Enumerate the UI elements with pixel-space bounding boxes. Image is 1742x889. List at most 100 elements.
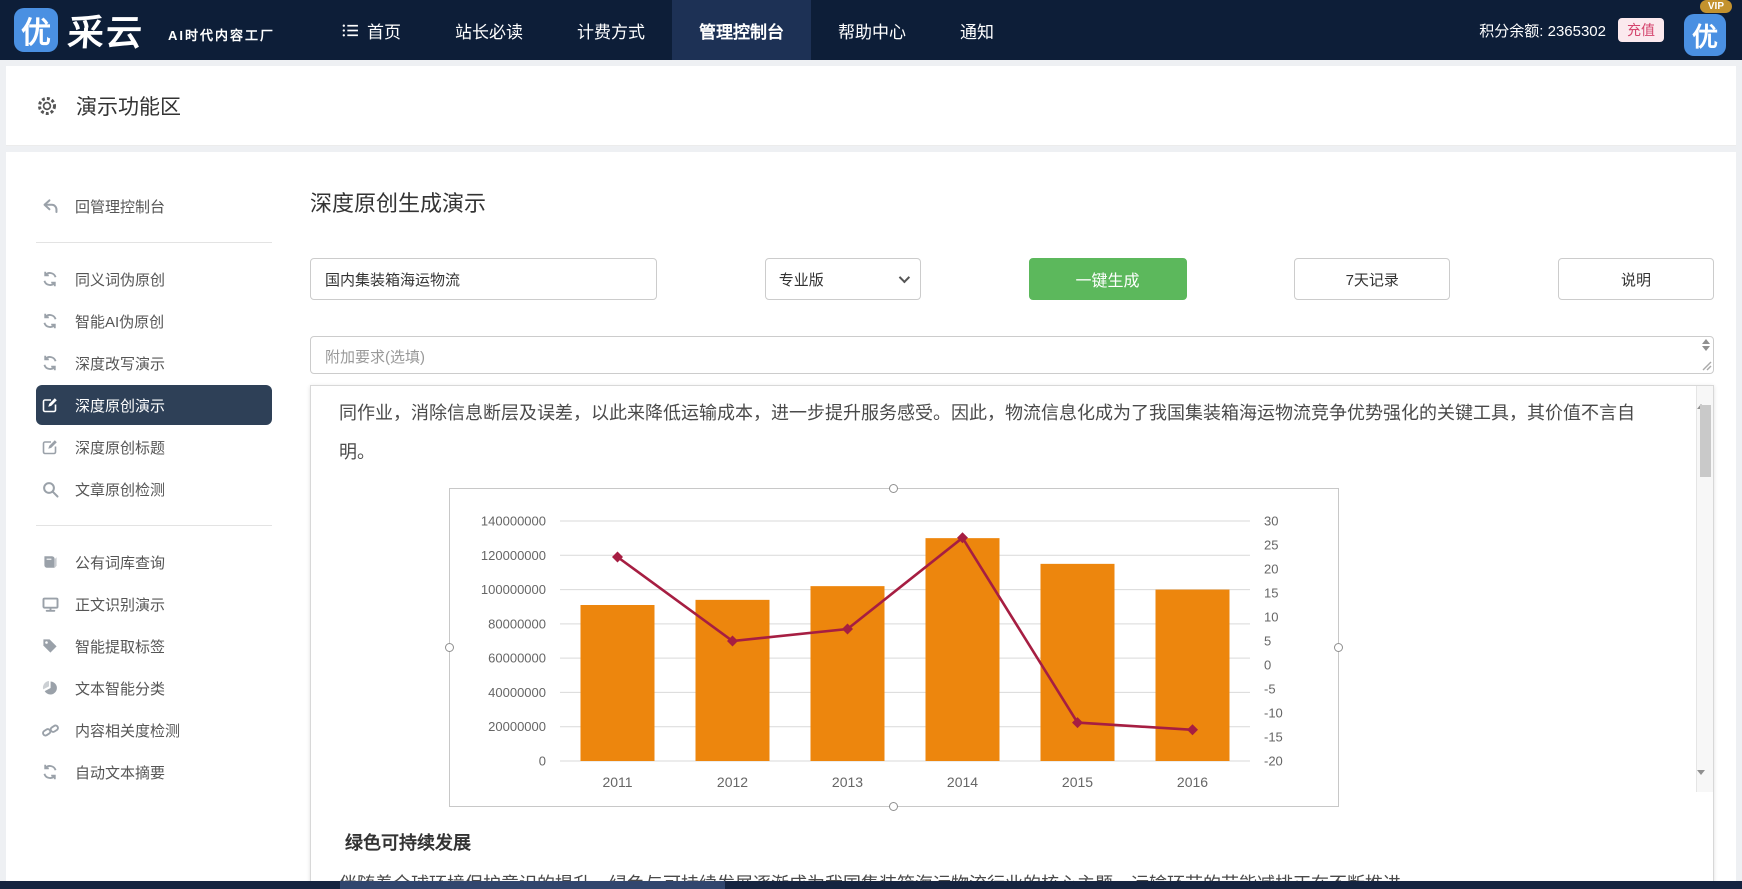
scroll-down-icon[interactable] [1697,775,1713,791]
sync-icon [40,764,60,780]
chart-resize-handle-left[interactable] [445,643,454,652]
svg-text:140000000: 140000000 [481,514,546,529]
svg-text:0: 0 [1264,658,1271,673]
chart-resize-handle-bottom[interactable] [889,802,898,811]
stepper-down-icon[interactable] [1702,346,1710,351]
nav-item-label: 计费方式 [577,18,645,43]
main-nav: 首页 站长必读 计费方式 管理控制台 帮助中心 通知 [315,0,1021,60]
nav-item-label: 帮助中心 [838,18,906,43]
sidebar-item-label: 深度原创标题 [75,437,165,458]
chart-resize-handle-top[interactable] [889,484,898,493]
svg-text:60000000: 60000000 [488,651,546,666]
points-balance: 积分余额: 2365302 [1479,20,1606,41]
version-select[interactable]: 专业版 [765,258,921,300]
sidebar-item-deep-original-demo[interactable]: 深度原创演示 [36,385,272,425]
document-heading: 绿色可持续发展 [345,829,1667,855]
scroll-up-icon[interactable] [1697,387,1713,403]
sidebar-item-back-to-console[interactable]: 回管理控制台 [36,186,272,226]
svg-text:2012: 2012 [717,774,748,790]
nav-item-label: 站长必读 [455,18,523,43]
chart-resize-handle-right[interactable] [1334,643,1343,652]
pie-icon [40,680,60,696]
nav-item-label: 通知 [960,18,994,43]
gear-icon [36,95,58,117]
nav-item-home[interactable]: 首页 [315,0,428,60]
svg-text:25: 25 [1264,538,1278,553]
history-button[interactable]: 7天记录 [1294,258,1450,300]
nav-item-console[interactable]: 管理控制台 [672,0,811,60]
generated-document: 同作业，消除信息断层及误差，以此来降低运输成本，进一步提升服务感受。因此，物流信… [311,386,1713,883]
horizontal-scrollbar-thumb[interactable] [340,881,725,889]
stepper-up-icon[interactable] [1702,339,1710,344]
content-area: 深度原创生成演示 专业版 一键生成 7天记录 说明 [302,152,1736,883]
svg-text:100000000: 100000000 [481,582,546,597]
link-icon [40,722,60,739]
svg-text:120000000: 120000000 [481,548,546,563]
vip-badge: VIP [1700,0,1732,13]
help-button[interactable]: 说明 [1558,258,1714,300]
sidebar-divider [36,242,272,243]
avatar[interactable]: 优 [1684,14,1726,56]
keyword-input[interactable] [310,258,657,300]
svg-text:5: 5 [1264,634,1271,649]
svg-text:2013: 2013 [832,774,863,790]
sidebar-item-auto-summary[interactable]: 自动文本摘要 [36,752,272,792]
sidebar-item-public-lexicon-query[interactable]: 公有词库查询 [36,542,272,582]
top-navbar: 优 采云 AI时代内容工厂 首页 站长必读 计费方式 管理控制台 帮助中心 通知 积分余额… [0,0,1742,60]
brand-logo[interactable]: 优 采云 AI时代内容工厂 [14,4,275,56]
chevron-down-icon [899,272,910,283]
nav-item-notice[interactable]: 通知 [933,0,1021,60]
svg-text:2015: 2015 [1062,774,1093,790]
sidebar-item-label: 深度原创演示 [75,395,165,416]
book-icon [40,554,60,570]
sidebar-item-label: 回管理控制台 [75,196,165,217]
sidebar-item-label: 同义词伪原创 [75,269,165,290]
embedded-chart[interactable]: 140000000 120000000 100000000 80000000 60000… [449,488,1339,807]
page-title: 演示功能区 [76,91,181,121]
sidebar-item-article-originality-check[interactable]: 文章原创检测 [36,469,272,509]
sidebar-item-synonym-rewrite[interactable]: 同义词伪原创 [36,259,272,299]
sync-icon [40,271,60,287]
sidebar-item-smart-tag-extraction[interactable]: 智能提取标签 [36,626,272,666]
sidebar-item-deep-rewrite-demo[interactable]: 深度改写演示 [36,343,272,383]
svg-text:40000000: 40000000 [488,685,546,700]
sidebar-item-text-classification[interactable]: 文本智能分类 [36,668,272,708]
nav-item-pricing[interactable]: 计费方式 [550,0,672,60]
generate-button[interactable]: 一键生成 [1029,258,1187,300]
edit-icon [40,397,60,413]
reply-icon [40,198,60,215]
nav-item-help-center[interactable]: 帮助中心 [811,0,933,60]
extra-requirements-textarea[interactable] [310,336,1714,374]
edit-icon [40,439,60,455]
sidebar-item-label: 智能提取标签 [75,636,165,657]
svg-text:15: 15 [1264,586,1278,601]
sidebar-item-label: 内容相关度检测 [75,720,180,741]
scrollbar-thumb[interactable] [1700,405,1711,477]
document-scrollbar[interactable] [1696,386,1713,792]
app-window: 优 采云 AI时代内容工厂 首页 站长必读 计费方式 管理控制台 帮助中心 通知 积分余额… [0,0,1742,889]
result-document-panel: 同作业，消除信息断层及误差，以此来降低运输成本，进一步提升服务感受。因此，物流信… [310,385,1714,883]
brand-tagline: AI时代内容工厂 [168,25,275,44]
sidebar-item-label: 文章原创检测 [75,479,165,500]
user-avatar[interactable]: 优 VIP [1682,0,1728,60]
resize-grip-icon[interactable] [1701,360,1712,371]
sidebar-item-content-relevance-check[interactable]: 内容相关度检测 [36,710,272,750]
section-title: 深度原创生成演示 [310,186,1714,218]
recharge-button[interactable]: 充值 [1618,18,1664,42]
main-panel: 回管理控制台同义词伪原创智能AI伪原创深度改写演示深度原创演示深度原创标题文章原… [6,152,1736,883]
sidebar-item-deep-original-title[interactable]: 深度原创标题 [36,427,272,467]
svg-text:2014: 2014 [947,774,978,790]
nav-item-must-read[interactable]: 站长必读 [428,0,550,60]
logo-badge: 优 [14,8,58,52]
sidebar-item-label: 深度改写演示 [75,353,165,374]
chart-svg: 140000000 120000000 100000000 80000000 60000… [450,497,1338,797]
stepper-icon[interactable] [1702,339,1710,351]
svg-text:80000000: 80000000 [488,616,546,631]
svg-text:20000000: 20000000 [488,719,546,734]
sidebar-item-label: 智能AI伪原创 [75,311,164,332]
sidebar-item-ai-rewrite[interactable]: 智能AI伪原创 [36,301,272,341]
sidebar-item-body-text-recognition-demo[interactable]: 正文识别演示 [36,584,272,624]
extra-requirements-field [310,336,1714,374]
bottom-scrollbar[interactable] [0,881,1742,889]
svg-text:30: 30 [1264,514,1278,529]
